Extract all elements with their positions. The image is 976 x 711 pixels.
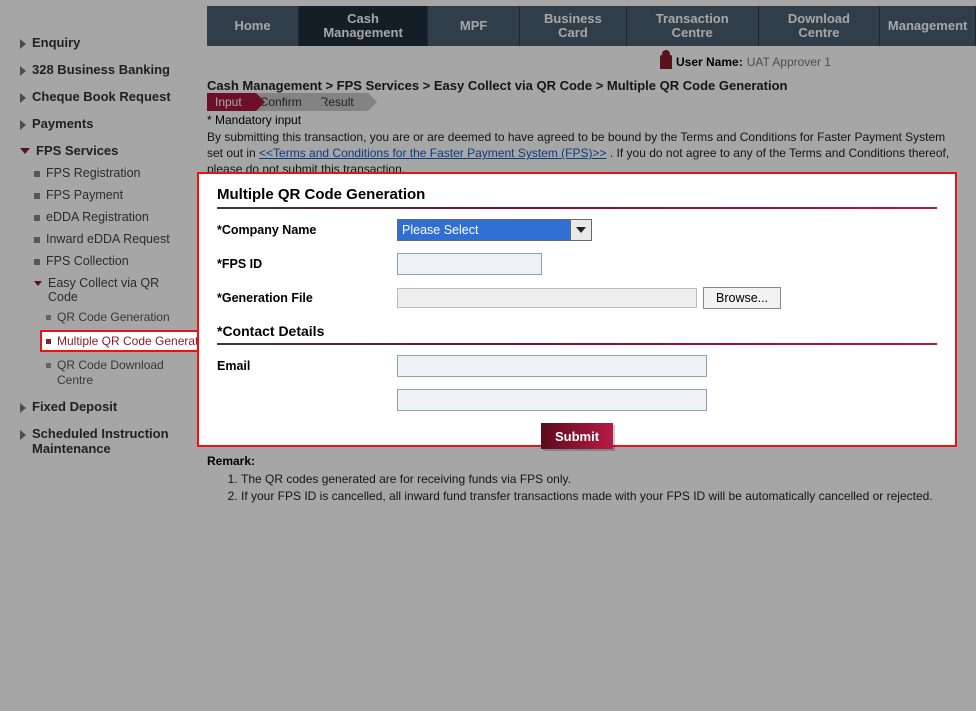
- sidebar-fps-label: FPS Services: [36, 143, 118, 158]
- breadcrumb: Cash Management > FPS Services > Easy Co…: [207, 78, 787, 93]
- remark-block: Remark: The QR codes generated are for r…: [207, 454, 952, 506]
- divider: [217, 343, 937, 345]
- chevron-right-icon: [20, 430, 26, 440]
- sidebar-inward-edda-label: Inward eDDA Request: [46, 232, 170, 246]
- sidebar-enquiry-label: Enquiry: [32, 35, 80, 50]
- section-title-contact: *Contact Details: [217, 321, 937, 343]
- sidebar-qr-gen-label: QR Code Generation: [57, 310, 170, 324]
- sidebar-enquiry[interactable]: Enquiry: [20, 35, 190, 50]
- remark-item: The QR codes generated are for receiving…: [241, 472, 952, 486]
- nav-download-centre[interactable]: Download Centre: [759, 6, 881, 46]
- bullet-icon: [34, 171, 40, 177]
- sidebar-payments[interactable]: Payments: [20, 116, 190, 131]
- generation-file-path: [397, 288, 697, 308]
- sidebar-cheque[interactable]: Cheque Book Request: [20, 89, 190, 104]
- email-label: Email: [217, 359, 397, 373]
- user-label: User Name:: [676, 55, 743, 69]
- sidebar-fps-col-label: FPS Collection: [46, 254, 129, 268]
- nav-transaction-centre[interactable]: Transaction Centre: [627, 6, 759, 46]
- user-icon: [660, 55, 672, 69]
- company-name-label: *Company Name: [217, 223, 397, 237]
- chevron-down-icon: [34, 281, 42, 286]
- sidebar-fps-payment[interactable]: FPS Payment: [34, 188, 190, 202]
- sidebar-fps-collection[interactable]: FPS Collection: [34, 254, 190, 268]
- company-name-select[interactable]: Please Select: [397, 219, 592, 241]
- fps-id-input[interactable]: [397, 253, 542, 275]
- sidebar-328-label: 328 Business Banking: [32, 62, 170, 77]
- bullet-icon: [46, 363, 51, 368]
- sidebar-multi-qr-gen[interactable]: Multiple QR Code Generation: [46, 334, 214, 348]
- sidebar-fd-label: Fixed Deposit: [32, 399, 117, 414]
- email-input-1[interactable]: [397, 355, 707, 377]
- sidebar-fps-registration[interactable]: FPS Registration: [34, 166, 190, 180]
- fps-id-label: *FPS ID: [217, 257, 397, 271]
- sidebar-sched-label: Scheduled Instruction Maintenance: [32, 426, 190, 456]
- intro-text: By submitting this transaction, you are …: [207, 129, 952, 178]
- generation-file-label: *Generation File: [217, 291, 397, 305]
- browse-button[interactable]: Browse...: [703, 287, 781, 309]
- company-name-value: Please Select: [402, 223, 478, 237]
- bullet-icon: [46, 339, 51, 344]
- main-form-panel: Multiple QR Code Generation *Company Nam…: [197, 172, 957, 447]
- nav-biz-card-label: Business Card: [530, 12, 616, 41]
- sidebar-easy-collect[interactable]: Easy Collect via QR Code: [34, 276, 190, 304]
- nav-txn-label: Transaction Centre: [637, 12, 748, 41]
- sidebar-fps-reg-label: FPS Registration: [46, 166, 140, 180]
- chevron-right-icon: [20, 403, 26, 413]
- sidebar-easy-label: Easy Collect via QR Code: [48, 276, 190, 304]
- nav-dl-label: Download Centre: [769, 12, 870, 41]
- step-input: Input: [207, 93, 256, 111]
- top-nav: Home Cash Management MPF Business Card T…: [207, 6, 976, 46]
- step-indicator: Input Confirm Result: [207, 93, 364, 111]
- nav-home[interactable]: Home: [207, 6, 299, 46]
- chevron-down-icon: [576, 227, 586, 233]
- nav-cash-mgmt-label: Cash Management: [309, 12, 417, 41]
- nav-mpf[interactable]: MPF: [428, 6, 520, 46]
- sidebar-edda-reg-label: eDDA Registration: [46, 210, 149, 224]
- sidebar: Enquiry 328 Business Banking Cheque Book…: [20, 35, 190, 468]
- email-input-2[interactable]: [397, 389, 707, 411]
- bullet-icon: [34, 259, 40, 265]
- mandatory-note: * Mandatory input: [207, 113, 301, 127]
- chevron-right-icon: [20, 66, 26, 76]
- sidebar-328[interactable]: 328 Business Banking: [20, 62, 190, 77]
- sidebar-payments-label: Payments: [32, 116, 93, 131]
- nav-cash-management[interactable]: Cash Management: [299, 6, 428, 46]
- bullet-icon: [46, 315, 51, 320]
- user-value: UAT Approver 1: [747, 55, 831, 69]
- divider: [217, 207, 937, 209]
- chevron-right-icon: [20, 93, 26, 103]
- bullet-icon: [34, 237, 40, 243]
- sidebar-cheque-label: Cheque Book Request: [32, 89, 171, 104]
- nav-management[interactable]: Management: [880, 6, 976, 46]
- user-line: User Name: UAT Approver 1: [660, 55, 831, 69]
- chevron-right-icon: [20, 120, 26, 130]
- sidebar-fps-services[interactable]: FPS Services: [20, 143, 190, 158]
- sidebar-edda-registration[interactable]: eDDA Registration: [34, 210, 190, 224]
- remark-item: If your FPS ID is cancelled, all inward …: [241, 489, 952, 503]
- sidebar-qr-download[interactable]: QR Code Download Centre: [46, 358, 190, 387]
- section-title-qr: Multiple QR Code Generation: [217, 184, 937, 207]
- bullet-icon: [34, 215, 40, 221]
- sidebar-multi-qr-label: Multiple QR Code Generation: [57, 334, 214, 348]
- sidebar-qr-gen[interactable]: QR Code Generation: [46, 310, 190, 324]
- bullet-icon: [34, 193, 40, 199]
- sidebar-fixed-deposit[interactable]: Fixed Deposit: [20, 399, 190, 414]
- sidebar-qr-dl-label: QR Code Download Centre: [57, 358, 190, 387]
- sidebar-scheduled-instruction[interactable]: Scheduled Instruction Maintenance: [20, 426, 190, 456]
- sidebar-inward-edda[interactable]: Inward eDDA Request: [34, 232, 190, 246]
- nav-business-card[interactable]: Business Card: [520, 6, 627, 46]
- chevron-down-icon: [20, 148, 30, 154]
- chevron-right-icon: [20, 39, 26, 49]
- submit-button[interactable]: Submit: [541, 423, 613, 449]
- sidebar-fps-pay-label: FPS Payment: [46, 188, 123, 202]
- remark-heading: Remark:: [207, 454, 952, 468]
- tnc-link[interactable]: <<Terms and Conditions for the Faster Pa…: [259, 146, 606, 160]
